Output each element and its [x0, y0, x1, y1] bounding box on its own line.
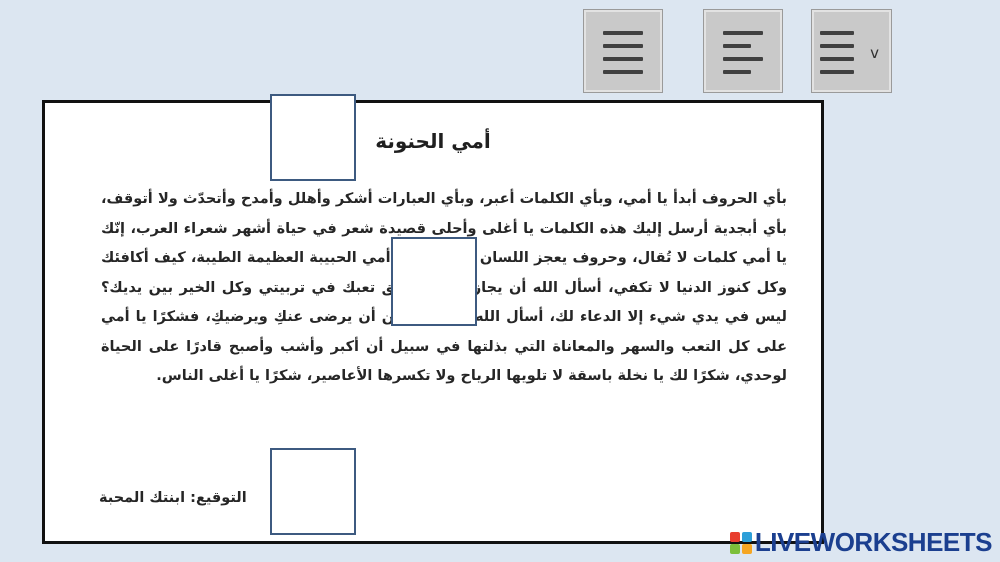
logo-text: LIVEWORKSHEETS: [754, 527, 993, 557]
align-dropdown-button[interactable]: v: [811, 9, 892, 93]
align-dropdown-icon: [820, 29, 860, 74]
answer-box-paragraph[interactable]: [391, 237, 477, 326]
align-left-icon: [723, 29, 763, 74]
logo-mark-icon: [729, 531, 752, 554]
signature-text: التوقيع: ابنتك المحبة: [99, 490, 247, 506]
align-left-button[interactable]: [703, 9, 783, 93]
answer-box-signature[interactable]: [270, 448, 356, 535]
liveworksheets-logo: LIVEWORKSHEETS: [729, 527, 993, 558]
page-title: أمي الحنونة: [375, 129, 491, 153]
align-justify-button[interactable]: [583, 9, 663, 93]
answer-box-title[interactable]: [270, 94, 356, 181]
chevron-down-icon: v: [870, 44, 879, 62]
align-justify-icon: [603, 29, 643, 74]
